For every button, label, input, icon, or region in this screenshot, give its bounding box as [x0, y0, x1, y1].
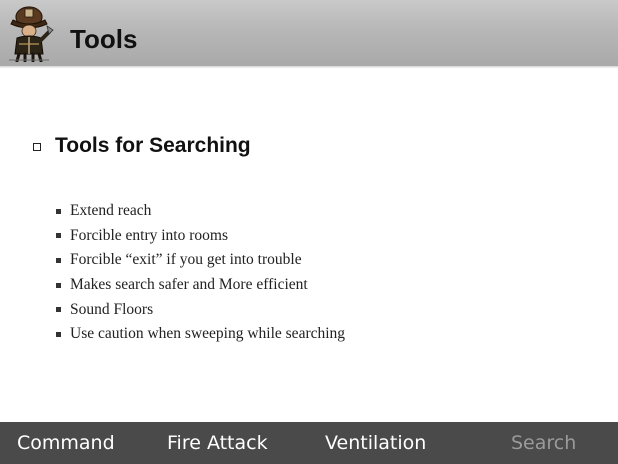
- hollow-square-bullet-icon: [33, 143, 41, 151]
- list-item: Use caution when sweeping while searchin…: [56, 322, 345, 347]
- square-bullet-icon: [56, 257, 61, 263]
- section-heading: Tools for Searching: [33, 130, 251, 162]
- list-item-text: Makes search safer and More efficient: [70, 276, 308, 294]
- nav-link-fire-attack[interactable]: Fire Attack: [167, 429, 268, 457]
- list-item: Sound Floors: [56, 297, 345, 322]
- square-bullet-icon: [56, 233, 61, 239]
- bullet-list: Extend reach Forcible entry into rooms F…: [56, 199, 345, 347]
- list-item: Forcible entry into rooms: [56, 224, 345, 249]
- square-bullet-icon: [56, 208, 61, 214]
- nav-link-command[interactable]: Command: [17, 429, 115, 457]
- list-item-text: Extend reach: [70, 202, 152, 220]
- square-bullet-icon: [56, 307, 61, 313]
- list-item: Makes search safer and More efficient: [56, 273, 345, 298]
- navigation-bar: Command Fire Attack Ventilation Search: [0, 422, 618, 464]
- nav-link-ventilation[interactable]: Ventilation: [325, 429, 426, 457]
- list-item: Forcible “exit” if you get into trouble: [56, 248, 345, 273]
- list-item-text: Forcible “exit” if you get into trouble: [70, 251, 302, 269]
- list-item-text: Sound Floors: [70, 300, 154, 318]
- list-item-text: Use caution when sweeping while searchin…: [70, 325, 346, 343]
- list-item: Extend reach: [56, 199, 345, 224]
- slide-title: Tools: [70, 24, 138, 54]
- square-bullet-icon: [56, 282, 61, 288]
- title-bar: Tools: [0, 0, 618, 68]
- section-heading-text: Tools for Searching: [55, 134, 251, 157]
- list-item-text: Forcible entry into rooms: [70, 226, 228, 244]
- nav-link-search[interactable]: Search: [511, 429, 576, 457]
- square-bullet-icon: [56, 331, 61, 337]
- slide: Tools Tools for Searching Extend reach F…: [0, 0, 618, 464]
- firefighter-logo-icon: [9, 6, 54, 62]
